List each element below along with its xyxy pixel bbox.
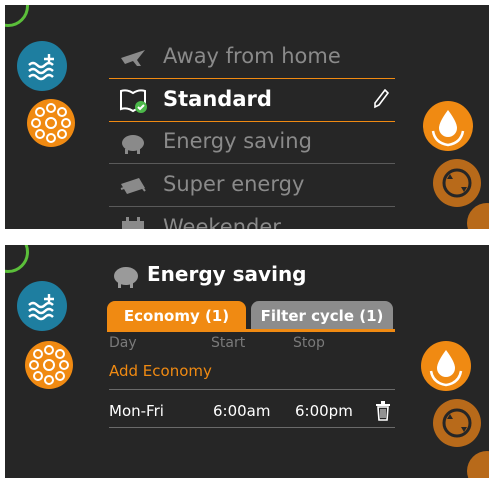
refresh-icon: [442, 168, 472, 198]
piggy-bank-icon: [114, 267, 138, 288]
water-heat-button[interactable]: [17, 281, 67, 331]
pencil-icon[interactable]: [373, 89, 389, 109]
menu-item-energy-saving[interactable]: Energy saving: [109, 121, 395, 164]
tab-underline: [107, 329, 395, 332]
divider: [109, 427, 395, 428]
sync-button[interactable]: [433, 399, 481, 447]
energy-saving-panel: Energy saving Economy (1) Filter cycle (…: [5, 245, 489, 478]
menu-item-label: Super energy: [163, 172, 305, 196]
settings-menu-panel: Away from home Standard Energy saving Su…: [5, 5, 489, 229]
column-header-day: Day: [109, 335, 137, 351]
refresh-icon: [442, 408, 472, 438]
calendar-button[interactable]: [467, 451, 489, 478]
jets-button[interactable]: [25, 341, 73, 389]
water-plus-icon: [28, 294, 54, 321]
music-icon[interactable]: [5, 5, 29, 27]
column-header-start: Start: [211, 335, 246, 351]
row-stop: 6:00pm: [295, 402, 353, 420]
column-header-stop: Stop: [293, 335, 325, 351]
bubbles-icon: [29, 345, 69, 385]
menu-item-label: Standard: [163, 87, 272, 111]
hand-drop-icon: [431, 110, 465, 147]
book-check-icon: [120, 89, 147, 113]
menu-item-weekender[interactable]: Weekender: [109, 207, 395, 229]
row-start: 6:00am: [213, 402, 271, 420]
add-economy-button[interactable]: Add Economy: [109, 362, 212, 380]
water-care-button[interactable]: [421, 341, 471, 391]
menu-item-standard[interactable]: Standard: [109, 78, 395, 122]
table-row[interactable]: Mon-Fri 6:00am 6:00pm: [109, 397, 395, 427]
menu-item-label: Away from home: [163, 44, 341, 68]
menu-item-label: Weekender: [163, 215, 281, 229]
tab-economy[interactable]: Economy (1): [107, 301, 246, 331]
menu-item-away-from-home[interactable]: Away from home: [109, 36, 395, 79]
menu-item-label: Energy saving: [163, 129, 312, 153]
menu-item-super-energy[interactable]: Super energy: [109, 164, 395, 207]
row-day: Mon-Fri: [109, 402, 164, 420]
hand-drop-icon: [429, 350, 463, 387]
money-stack-icon: [120, 178, 146, 194]
page-title: Energy saving: [147, 262, 307, 286]
water-care-button[interactable]: [423, 101, 473, 151]
bubbles-icon: [31, 103, 71, 143]
water-plus-icon: [28, 54, 54, 81]
music-icon[interactable]: [5, 245, 29, 273]
jets-button[interactable]: [27, 99, 75, 147]
airplane-icon: [121, 50, 145, 66]
tab-filter-cycle[interactable]: Filter cycle (1): [251, 301, 393, 331]
water-heat-button[interactable]: [17, 41, 67, 91]
trash-icon[interactable]: [375, 401, 391, 421]
piggy-bank-icon: [122, 135, 144, 154]
sync-button[interactable]: [433, 159, 481, 207]
calendar-icon: [122, 217, 144, 229]
divider: [109, 389, 395, 390]
